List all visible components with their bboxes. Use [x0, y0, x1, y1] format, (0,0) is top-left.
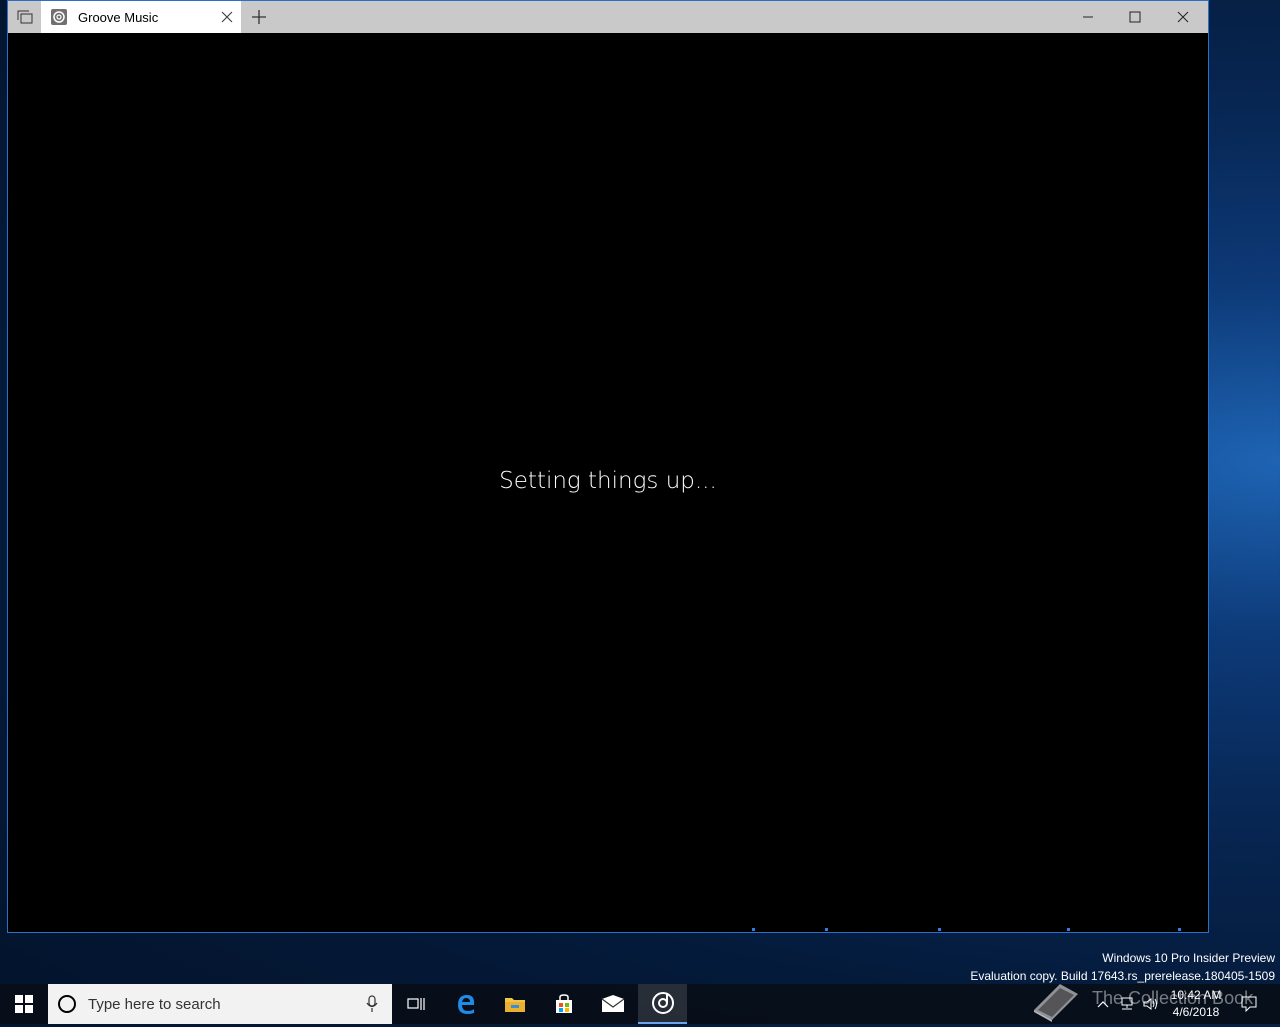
progress-dot [938, 928, 941, 931]
watermark-build: Evaluation copy. Build 17643.rs_prerelea… [970, 969, 1275, 983]
mail-icon[interactable] [589, 984, 637, 1024]
clock-time[interactable]: 10:42 AM [1164, 988, 1228, 1002]
network-icon[interactable] [1116, 984, 1138, 1024]
tab-set-icon[interactable] [14, 1, 36, 33]
groove-music-icon [51, 9, 67, 25]
title-bar: Groove Music [8, 1, 1208, 33]
windows-logo-icon [15, 995, 33, 1013]
loading-message: Setting things up... [499, 468, 717, 494]
edge-icon[interactable] [442, 984, 490, 1024]
store-icon[interactable] [540, 984, 588, 1024]
progress-dot [752, 928, 755, 931]
cortana-icon [58, 995, 76, 1013]
progress-dot [1067, 928, 1070, 931]
progress-dot [825, 928, 828, 931]
maximize-button[interactable] [1112, 1, 1158, 33]
search-box[interactable]: Type here to search [48, 984, 392, 1024]
task-view-icon[interactable] [392, 984, 440, 1024]
microphone-icon[interactable] [366, 995, 378, 1018]
close-button[interactable] [1160, 1, 1206, 33]
minimize-button[interactable] [1065, 1, 1111, 33]
groove-music-icon [651, 992, 674, 1014]
progress-dot [1178, 928, 1181, 931]
search-placeholder: Type here to search [88, 996, 221, 1013]
watermark-edition: Windows 10 Pro Insider Preview [1102, 951, 1275, 965]
groove-music-taskbar-button[interactable] [638, 984, 687, 1024]
tab-groove-music[interactable]: Groove Music [41, 1, 241, 33]
action-center-icon[interactable] [1234, 984, 1264, 1024]
taskbar: Type here to search The Collection Book … [0, 984, 1280, 1024]
app-content: Setting things up... [8, 33, 1208, 932]
show-hidden-icons-icon[interactable] [1092, 984, 1114, 1024]
volume-icon[interactable] [1140, 984, 1162, 1024]
clock-date[interactable]: 4/6/2018 [1164, 1005, 1228, 1019]
book-logo-icon [1030, 980, 1082, 1027]
groove-music-window: Groove Music Setting things up... [7, 0, 1209, 933]
tab-title: Groove Music [78, 10, 159, 25]
new-tab-button[interactable] [248, 1, 270, 33]
close-tab-icon[interactable] [219, 9, 235, 25]
file-explorer-icon[interactable] [491, 984, 539, 1024]
start-button[interactable] [0, 984, 48, 1024]
